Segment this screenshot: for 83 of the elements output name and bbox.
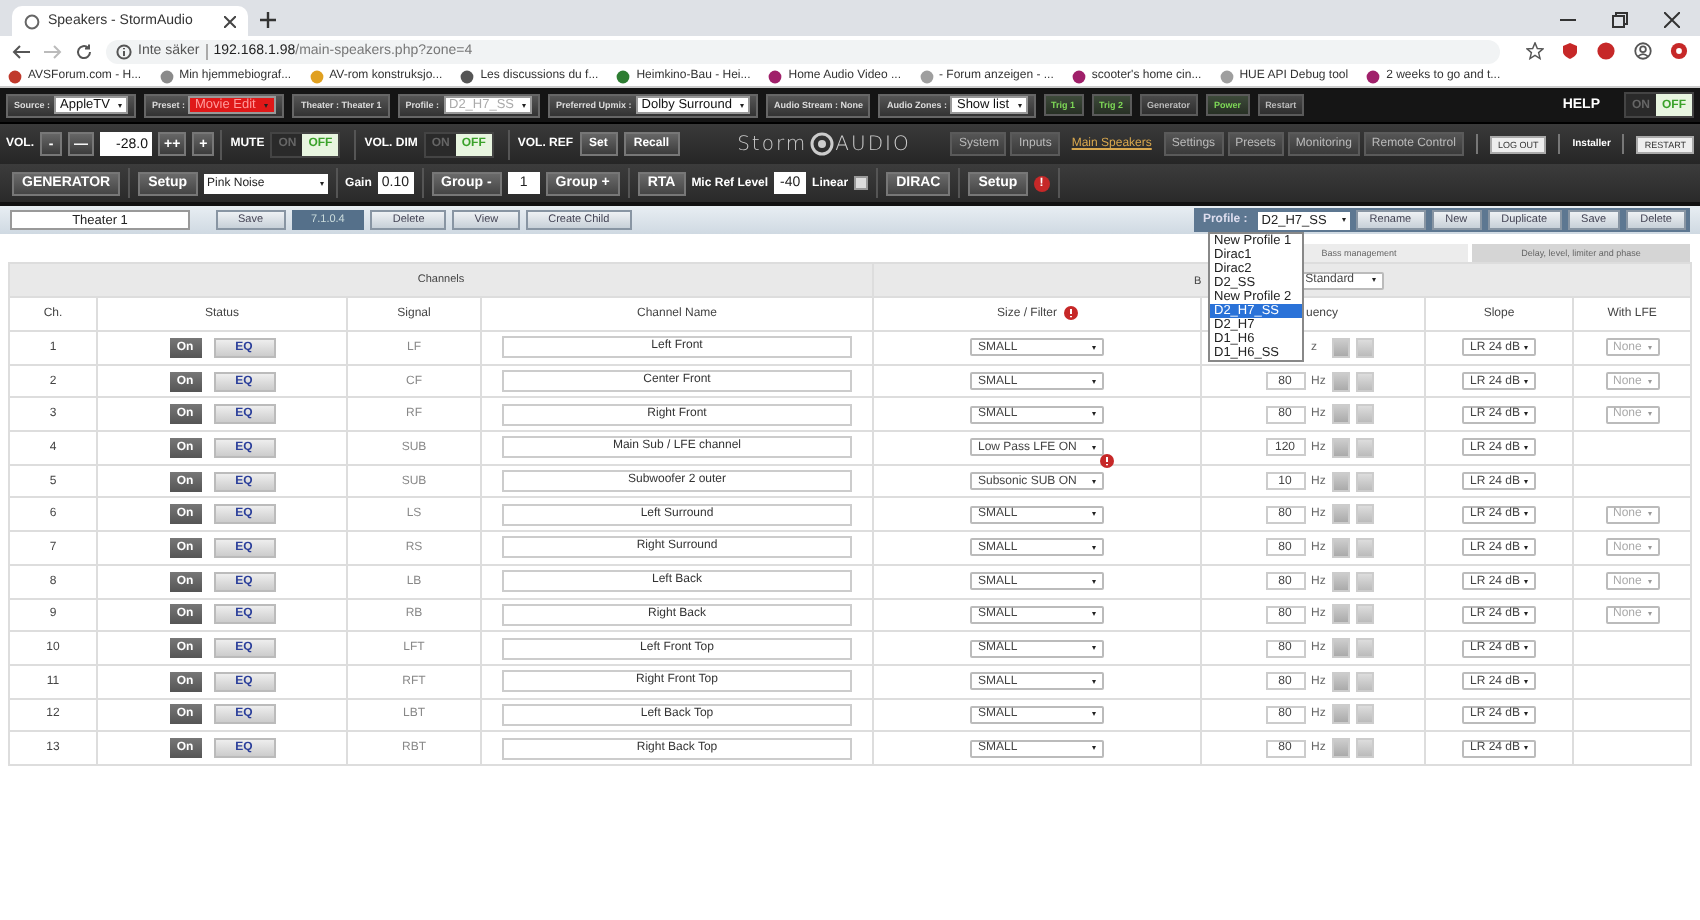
caret-icon (1524, 412, 1528, 417)
increase-button[interactable] (1355, 504, 1373, 525)
decrease-button[interactable] (1331, 638, 1349, 659)
increase-button[interactable] (1355, 337, 1373, 358)
menu-icon[interactable] (1670, 42, 1688, 60)
shield-icon[interactable] (1562, 42, 1578, 60)
caret-icon (1647, 379, 1652, 384)
caret-icon (1092, 445, 1096, 450)
decrease-button[interactable] (1331, 604, 1349, 625)
caret-icon (319, 181, 324, 185)
info-icon (116, 43, 132, 59)
caret-icon (1524, 712, 1528, 717)
decrease-button[interactable] (1331, 337, 1349, 358)
caret-icon (1092, 379, 1096, 384)
logo-icon (809, 132, 834, 156)
increase-button[interactable] (1355, 571, 1373, 592)
increase-button[interactable] (1355, 738, 1373, 759)
caret-icon (1092, 679, 1096, 684)
caret-icon (1524, 579, 1528, 584)
reload-icon[interactable] (76, 43, 92, 59)
caret-icon (1017, 103, 1021, 107)
decrease-button[interactable] (1331, 738, 1349, 759)
new-tab-icon[interactable] (260, 12, 276, 28)
caret-icon (1092, 712, 1096, 717)
increase-button[interactable] (1355, 437, 1373, 458)
increase-button[interactable] (1355, 471, 1373, 492)
increase-button[interactable] (1355, 671, 1373, 692)
caret-icon (1524, 379, 1528, 384)
caret-icon (1524, 345, 1528, 350)
decrease-button[interactable] (1331, 671, 1349, 692)
decrease-button[interactable] (1331, 371, 1349, 392)
profile-icon[interactable] (1634, 42, 1652, 60)
checkbox[interactable] (854, 176, 869, 190)
increase-button[interactable] (1355, 537, 1373, 558)
forward-icon[interactable] (44, 43, 62, 59)
close-icon[interactable] (1664, 12, 1680, 28)
decrease-button[interactable] (1331, 471, 1349, 492)
back-icon[interactable] (12, 43, 30, 59)
caret-icon (1371, 278, 1376, 282)
caret-icon (1092, 479, 1096, 484)
caret-icon (1092, 345, 1096, 350)
caret-icon (1524, 479, 1528, 484)
caret-icon (1092, 746, 1096, 751)
caret-icon (1092, 579, 1096, 584)
caret-icon (1647, 345, 1652, 350)
caret-icon (1524, 746, 1528, 751)
caret-icon (1092, 512, 1096, 517)
caret-icon (1524, 612, 1528, 617)
caret-icon (1092, 612, 1096, 617)
caret-icon (117, 103, 122, 107)
decrease-button[interactable] (1331, 571, 1349, 592)
caret-icon (1524, 545, 1528, 550)
caret-icon (1092, 412, 1096, 417)
decrease-button[interactable] (1331, 704, 1349, 725)
caret-icon (1647, 579, 1652, 584)
extension-icon[interactable] (1596, 42, 1616, 60)
decrease-button[interactable] (1331, 504, 1349, 525)
caret-icon (522, 103, 527, 107)
increase-button[interactable] (1355, 371, 1373, 392)
caret-icon (1092, 545, 1096, 550)
caret-icon (1647, 545, 1652, 550)
caret-icon (1524, 512, 1528, 517)
logo-text: Storm (737, 133, 808, 155)
increase-button[interactable] (1355, 604, 1373, 625)
increase-button[interactable] (1355, 638, 1373, 659)
globe-icon (24, 13, 40, 29)
close-icon[interactable] (224, 15, 236, 27)
caret-icon (1524, 679, 1528, 684)
caret-icon (1524, 646, 1528, 651)
caret-icon (1092, 646, 1096, 651)
decrease-button[interactable] (1331, 404, 1349, 425)
decrease-button[interactable] (1331, 537, 1349, 558)
decrease-button[interactable] (1331, 437, 1349, 458)
logo-text: AUDIO (835, 133, 911, 155)
caret-icon (1647, 412, 1652, 417)
star-icon[interactable] (1526, 42, 1544, 60)
restore-icon[interactable] (1612, 12, 1628, 28)
increase-button[interactable] (1355, 404, 1373, 425)
caret-icon (1524, 445, 1528, 450)
increase-button[interactable] (1355, 704, 1373, 725)
caret-icon (263, 103, 268, 107)
caret-icon (739, 103, 744, 107)
caret-icon (1341, 218, 1346, 222)
